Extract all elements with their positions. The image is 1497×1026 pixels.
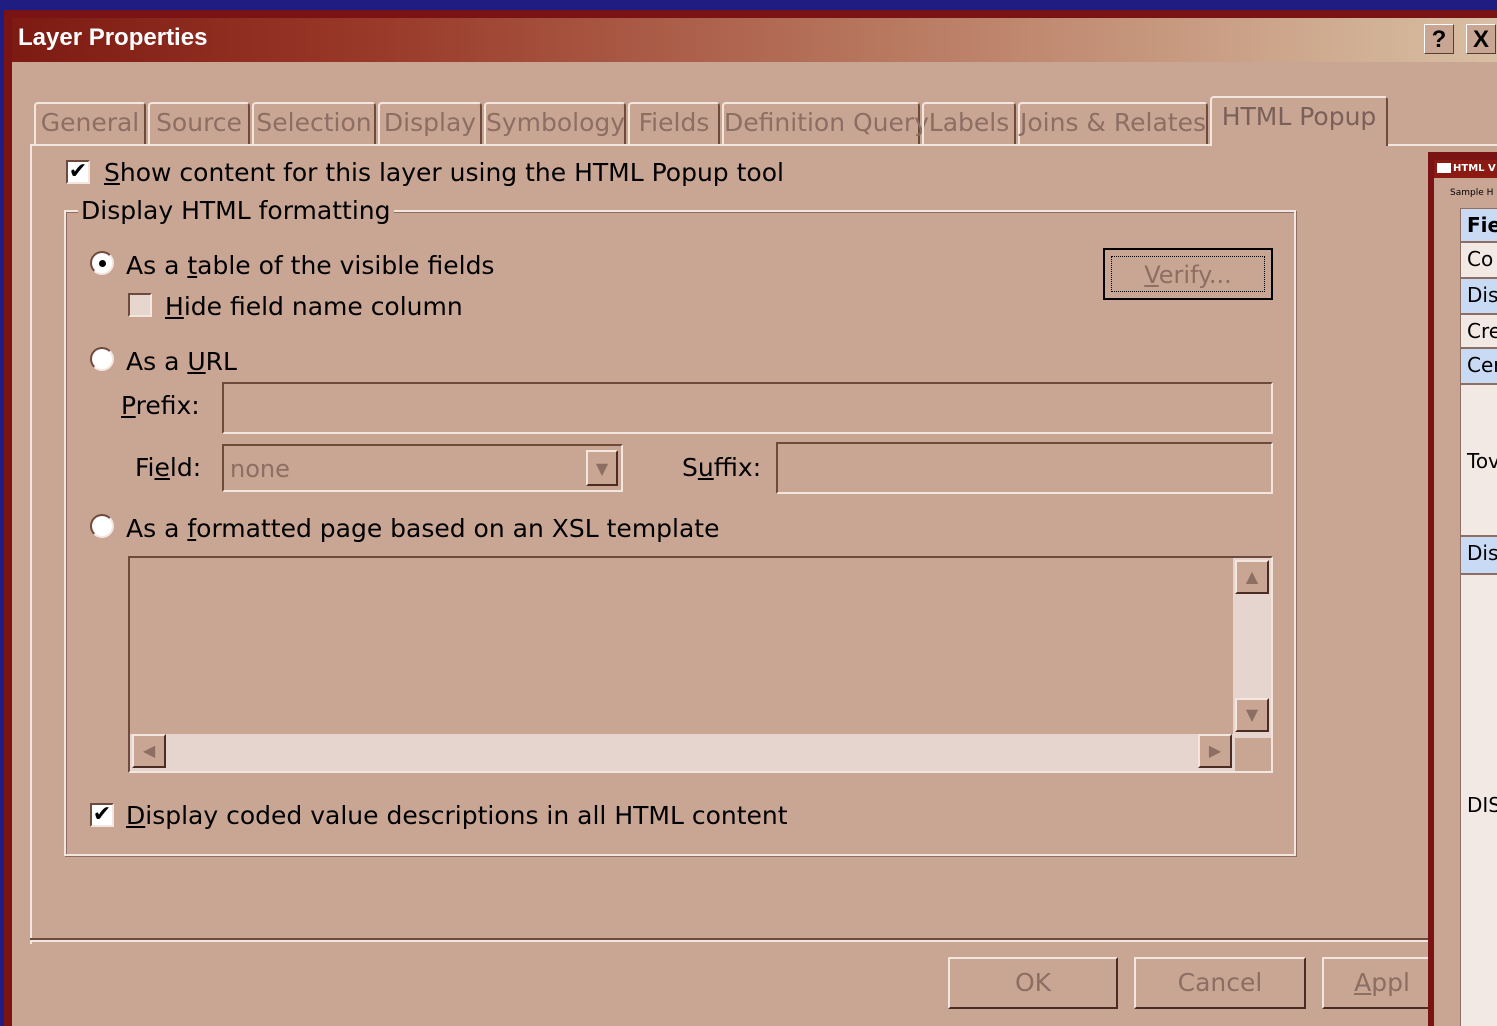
- tab-definition-query[interactable]: Definition Query: [722, 102, 929, 144]
- window-icon: [1437, 163, 1451, 173]
- close-button[interactable]: X: [1466, 24, 1496, 54]
- radio-url[interactable]: [90, 347, 114, 371]
- tab-general[interactable]: General: [34, 102, 146, 144]
- tab-source[interactable]: Source: [148, 102, 250, 144]
- title-bar[interactable]: Layer Properties ? X: [12, 18, 1497, 62]
- html-popup-window[interactable]: HTML V Sample H Fie Co Dis Cre Cer Tov D…: [1428, 152, 1497, 1026]
- xsl-template-textarea[interactable]: ▲ ▼ ◀ ▶: [128, 556, 1273, 773]
- dialog-title: Layer Properties: [18, 24, 208, 51]
- field-dropdown[interactable]: none ▼: [222, 444, 623, 492]
- radio-xsl[interactable]: [90, 514, 114, 538]
- field-label: Field:: [135, 453, 202, 482]
- tab-joins-relates[interactable]: Joins & Relates: [1018, 102, 1208, 144]
- tab-fields[interactable]: Fields: [628, 102, 720, 144]
- popup-title-bar[interactable]: HTML V: [1434, 160, 1497, 178]
- scroll-up-icon[interactable]: ▲: [1235, 560, 1269, 594]
- cancel-button[interactable]: Cancel: [1134, 957, 1306, 1009]
- scroll-down-icon[interactable]: ▼: [1235, 698, 1269, 732]
- horizontal-scrollbar[interactable]: [130, 734, 1235, 771]
- verify-button[interactable]: Verify...: [1103, 248, 1273, 300]
- help-button[interactable]: ?: [1424, 24, 1454, 54]
- tab-labels[interactable]: Labels: [922, 102, 1016, 144]
- display-coded-checkbox[interactable]: ✔: [90, 803, 114, 827]
- chevron-down-icon[interactable]: ▼: [586, 450, 618, 486]
- radio-table[interactable]: [90, 251, 114, 275]
- popup-table-row: Cre: [1460, 314, 1497, 348]
- popup-table-header: Fie: [1460, 208, 1497, 242]
- show-content-label[interactable]: Show content for this layer using the HT…: [104, 158, 784, 187]
- popup-table-row: Cer: [1460, 348, 1497, 384]
- radio-xsl-label[interactable]: As a formatted page based on an XSL temp…: [126, 514, 719, 543]
- radio-url-label[interactable]: As a URL: [126, 347, 237, 376]
- suffix-input[interactable]: [776, 442, 1273, 494]
- popup-subtitle: Sample H: [1450, 188, 1494, 198]
- popup-table-row: Tov: [1460, 384, 1497, 536]
- tab-symbology[interactable]: Symbology: [484, 102, 626, 144]
- hide-field-name-label[interactable]: Hide field name column: [165, 292, 463, 321]
- ok-button[interactable]: OK: [948, 957, 1118, 1009]
- display-coded-label[interactable]: Display coded value descriptions in all …: [126, 801, 788, 830]
- apply-button[interactable]: Appl: [1322, 957, 1442, 1009]
- popup-table-row: Dis: [1460, 536, 1497, 574]
- prefix-input[interactable]: [222, 382, 1273, 434]
- popup-table-row: Co: [1460, 242, 1497, 278]
- button-separator: [30, 938, 1430, 942]
- group-legend: Display HTML formatting: [78, 196, 394, 225]
- tab-selection[interactable]: Selection: [252, 102, 376, 144]
- popup-table-row: DIS: [1460, 574, 1497, 1026]
- show-content-checkbox[interactable]: ✔: [66, 160, 90, 184]
- suffix-label: Suffix:: [682, 453, 762, 482]
- scroll-right-icon[interactable]: ▶: [1198, 734, 1232, 768]
- tab-html-popup[interactable]: HTML Popup: [1210, 96, 1388, 146]
- hide-field-name-checkbox[interactable]: [128, 293, 152, 317]
- tab-display[interactable]: Display: [378, 102, 482, 144]
- prefix-label: Prefix:: [121, 391, 200, 420]
- radio-table-label[interactable]: As a table of the visible fields: [126, 251, 494, 280]
- popup-table-row: Dis: [1460, 278, 1497, 314]
- scroll-left-icon[interactable]: ◀: [132, 734, 166, 768]
